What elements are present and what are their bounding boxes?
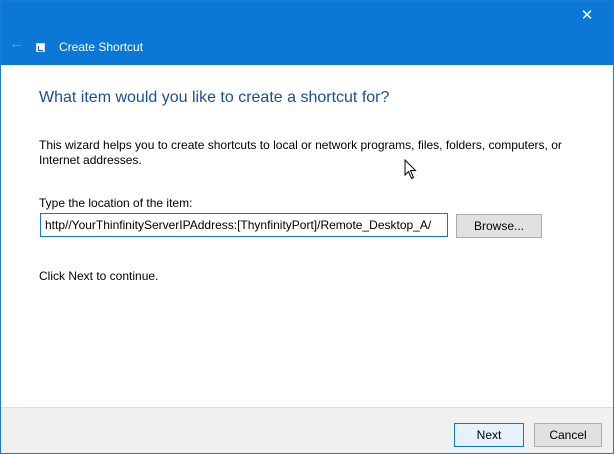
title-bar: ← Create Shortcut ✕ xyxy=(1,1,613,65)
create-shortcut-window: ← Create Shortcut ✕ What item would you … xyxy=(0,0,614,454)
cancel-button[interactable]: Cancel xyxy=(534,423,602,447)
back-arrow-icon[interactable]: ← xyxy=(9,36,25,52)
shortcut-app-icon xyxy=(36,43,45,52)
window-title: Create Shortcut xyxy=(59,40,144,54)
page-heading: What item would you like to create a sho… xyxy=(39,89,390,106)
close-icon[interactable]: ✕ xyxy=(561,1,613,31)
browse-button[interactable]: Browse... xyxy=(456,214,542,238)
wizard-description: This wizard helps you to create shortcut… xyxy=(39,138,562,167)
location-label: Type the location of the item: xyxy=(39,196,193,210)
location-input[interactable] xyxy=(40,213,448,237)
continue-instruction: Click Next to continue. xyxy=(39,269,159,283)
mouse-cursor-icon xyxy=(404,159,417,180)
next-button[interactable]: Next xyxy=(454,423,524,447)
